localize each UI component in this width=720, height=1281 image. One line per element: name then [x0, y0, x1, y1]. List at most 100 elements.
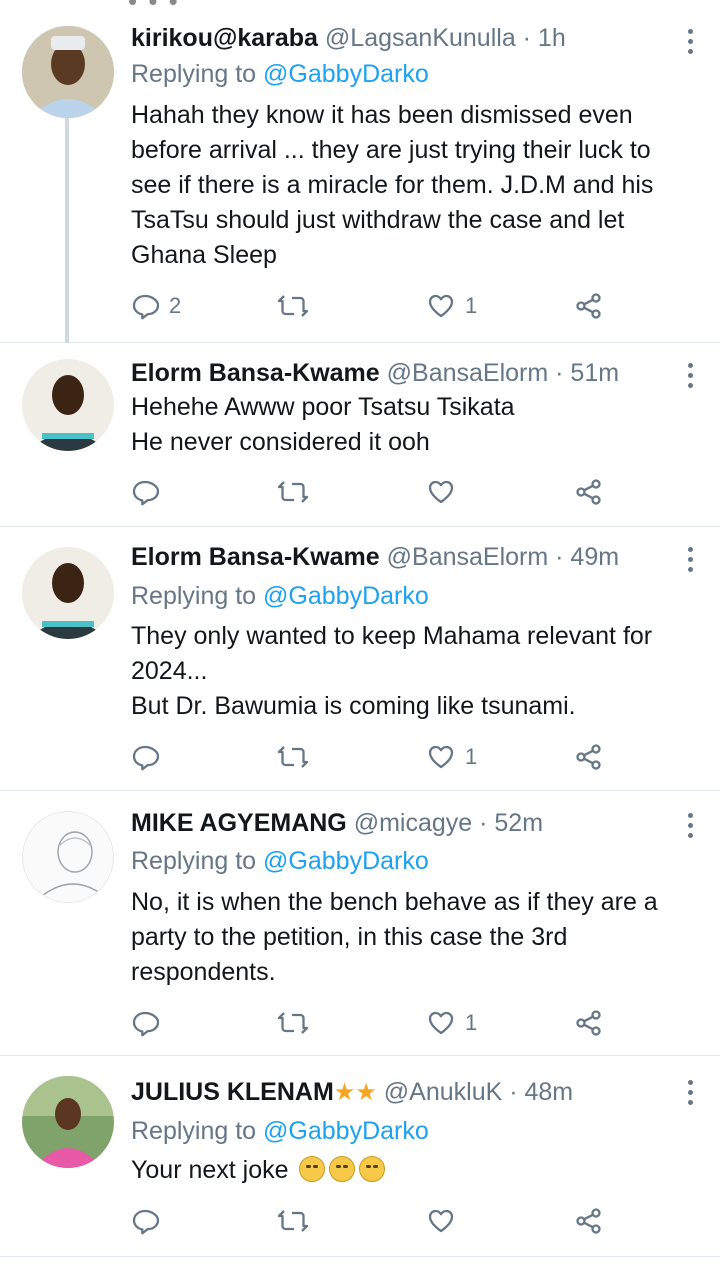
tweet-header: kirikou@karaba @LagsanKunulla · 1h	[131, 24, 680, 53]
tweet-header: MIKE AGYEMANG @micagye · 52m	[131, 809, 680, 838]
share-icon	[576, 744, 601, 770]
heart-icon	[428, 480, 454, 504]
tweet-text: Hehehe Awww poor Tsatsu Tsikata He never…	[131, 390, 694, 460]
like-button[interactable]: 1	[427, 740, 477, 774]
tweet-text-line: Hehehe Awww poor Tsatsu Tsikata	[131, 393, 515, 421]
star-emoji: ★★	[333, 1079, 377, 1106]
like-count: 1	[465, 1010, 478, 1035]
tweet[interactable]: kirikou@karaba @LagsanKunulla · 1h Reply…	[0, 0, 720, 343]
share-button[interactable]	[575, 740, 603, 774]
replying-to: Replying to @GabbyDarko	[131, 60, 429, 89]
reply-icon	[132, 1209, 159, 1235]
heart-icon	[428, 294, 454, 318]
replying-to-label: Replying to	[131, 847, 264, 875]
replying-to-handle[interactable]: @GabbyDarko	[263, 1117, 429, 1145]
replying-to-handle[interactable]: @GabbyDarko	[263, 582, 429, 610]
face-with-rolling-eyes-emoji	[329, 1156, 356, 1182]
reply-count: 2	[169, 293, 182, 318]
reply-button[interactable]	[131, 740, 159, 774]
heart-icon	[428, 745, 454, 769]
tweet-actions: 1	[131, 1006, 611, 1040]
reply-icon	[132, 1011, 159, 1037]
handle-and-time[interactable]: @AnukluK · 48m	[384, 1078, 573, 1106]
share-icon	[576, 1010, 601, 1036]
tweet-text-content: Your next joke	[131, 1156, 289, 1184]
reply-icon	[132, 294, 159, 320]
share-button[interactable]	[575, 1204, 603, 1238]
reply-button[interactable]	[131, 475, 159, 509]
reply-button[interactable]	[131, 1204, 159, 1238]
like-button[interactable]	[427, 475, 455, 509]
heart-icon	[428, 1011, 454, 1035]
retweet-button[interactable]	[277, 1204, 309, 1238]
avatar[interactable]	[22, 1076, 114, 1168]
tweet-actions	[131, 1204, 611, 1238]
avatar[interactable]	[22, 359, 114, 451]
retweet-button[interactable]	[277, 1006, 309, 1040]
replying-to-label: Replying to	[131, 1117, 264, 1145]
avatar[interactable]	[22, 547, 114, 639]
replying-to: Replying to @GabbyDarko	[131, 582, 429, 611]
heart-icon	[428, 1209, 454, 1233]
more-options-icon[interactable]	[688, 1080, 694, 1110]
avatar[interactable]	[22, 26, 114, 118]
tweet-actions	[131, 475, 611, 509]
handle-and-time[interactable]: @BansaElorm · 51m	[387, 359, 619, 387]
tweet[interactable]: Elorm Bansa-Kwame @BansaElorm · 51m Hehe…	[0, 343, 720, 527]
like-button[interactable]	[427, 1204, 455, 1238]
thread-connector-line	[65, 118, 69, 343]
display-name[interactable]: Elorm Bansa-Kwame	[131, 543, 380, 571]
reply-button[interactable]	[131, 1006, 159, 1040]
tweet-header: Elorm Bansa-Kwame @BansaElorm · 51m	[131, 359, 680, 388]
tweet-text: No, it is when the bench behave as if th…	[131, 888, 658, 986]
share-icon	[576, 293, 601, 319]
tweet-text-line: But Dr. Bawumia is coming like tsunami.	[131, 692, 576, 720]
like-button[interactable]: 1	[427, 289, 477, 323]
retweet-button[interactable]	[277, 740, 309, 774]
retweet-icon	[277, 481, 309, 503]
handle-and-time[interactable]: @micagye · 52m	[354, 809, 543, 837]
share-button[interactable]	[575, 1006, 603, 1040]
share-button[interactable]	[575, 475, 603, 509]
like-count: 1	[465, 293, 478, 318]
avatar[interactable]	[22, 811, 114, 903]
more-options-icon[interactable]	[688, 29, 694, 59]
more-options-icon[interactable]	[688, 813, 694, 843]
tweet-header: Elorm Bansa-Kwame @BansaElorm · 49m	[131, 543, 680, 572]
display-name[interactable]: Elorm Bansa-Kwame	[131, 359, 380, 387]
tweet-text: Your next joke	[131, 1153, 694, 1188]
display-name[interactable]: MIKE AGYEMANG	[131, 809, 347, 837]
tweet-actions: 2 1	[131, 289, 611, 323]
share-button[interactable]	[575, 289, 603, 323]
handle-and-time[interactable]: @BansaElorm · 49m	[387, 543, 619, 571]
tweet[interactable]: JULIUS KLENAM★★ @AnukluK · 48m Replying …	[0, 1056, 720, 1257]
tweet[interactable]: Elorm Bansa-Kwame @BansaElorm · 49m Repl…	[0, 527, 720, 791]
retweet-icon	[277, 295, 309, 317]
replying-to-label: Replying to	[131, 60, 264, 88]
tweet-text: They only wanted to keep Mahama relevant…	[131, 619, 694, 724]
reply-button[interactable]: 2	[131, 289, 181, 323]
display-name[interactable]: JULIUS KLENAM	[131, 1078, 334, 1106]
replying-to-label: Replying to	[131, 582, 264, 610]
more-options-icon[interactable]	[688, 363, 694, 393]
replying-to-handle[interactable]: @GabbyDarko	[263, 60, 429, 88]
tweet[interactable]: MIKE AGYEMANG @micagye · 52m Replying to…	[0, 791, 720, 1056]
tweet-text-line: He never considered it ooh	[131, 428, 430, 456]
replying-to: Replying to @GabbyDarko	[131, 1117, 429, 1146]
face-with-rolling-eyes-emoji	[299, 1156, 326, 1182]
reply-icon	[132, 745, 159, 771]
handle-and-time[interactable]: @LagsanKunulla · 1h	[325, 24, 566, 52]
tweet-header: JULIUS KLENAM★★ @AnukluK · 48m	[131, 1078, 680, 1107]
tweet-actions: 1	[131, 740, 611, 774]
like-button[interactable]: 1	[427, 1006, 477, 1040]
like-count: 1	[465, 744, 478, 769]
retweet-button[interactable]	[277, 289, 309, 323]
retweet-button[interactable]	[277, 475, 309, 509]
replying-to-handle[interactable]: @GabbyDarko	[263, 847, 429, 875]
display-name[interactable]: kirikou@karaba	[131, 24, 318, 52]
tweet-text-line: They only wanted to keep Mahama relevant…	[131, 622, 653, 650]
retweet-icon	[277, 1210, 309, 1232]
retweet-icon	[277, 746, 309, 768]
share-icon	[576, 1208, 601, 1234]
more-options-icon[interactable]	[688, 547, 694, 577]
